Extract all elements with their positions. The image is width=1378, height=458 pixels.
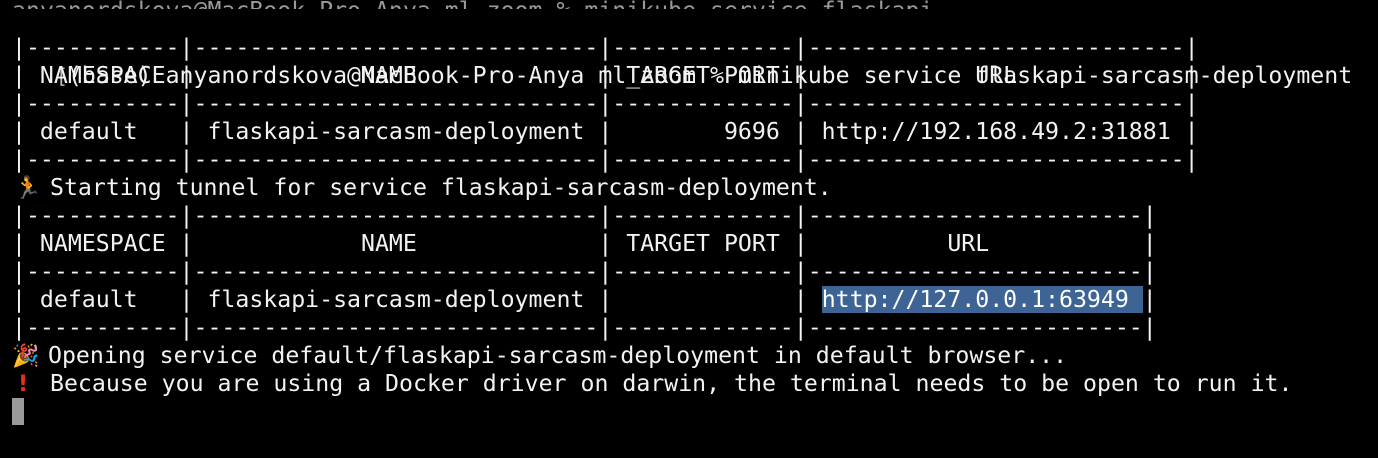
table-border: |-----------|---------------------------… — [12, 314, 1157, 341]
table-row: | default | flaskapi-sarcasm-deployment … — [12, 118, 1199, 145]
runner-icon: 🏃 — [14, 176, 42, 201]
tunnel-message: 🏃 Starting tunnel for service flaskapi-sa… — [0, 174, 1378, 202]
table-border: |-----------|---------------------------… — [12, 258, 1157, 285]
table-row-prefix: | default | flaskapi-sarcasm-deployment … — [12, 286, 822, 313]
table-row-suffix: | — [1142, 286, 1157, 313]
table-border: |-----------|---------------------------… — [12, 34, 1199, 61]
warning-message-text: Because you are using a Docker driver on… — [50, 370, 1293, 397]
terminal-window[interactable]: anyanordskova@MacBook-Pro-Anya ml_zoom %… — [0, 0, 1378, 458]
table-header: | NAMESPACE | NAME | TARGET PORT | URL | — [12, 230, 1157, 257]
table-border: |-----------|---------------------------… — [12, 146, 1199, 173]
tunnel-message-text: Starting tunnel for service flaskapi-sar… — [50, 174, 832, 201]
party-popper-icon: 🎉 — [12, 344, 40, 369]
exclamation-icon: ! — [18, 372, 29, 397]
opening-message-text: Opening service default/flaskapi-sarcasm… — [48, 342, 1068, 369]
table-row: | default | flaskapi-sarcasm-deployment … — [0, 286, 1378, 314]
warning-message: ! Because you are using a Docker driver o… — [0, 370, 1378, 398]
table-border: |-----------|---------------------------… — [12, 90, 1199, 117]
terminal-cursor — [12, 398, 24, 425]
previous-command-clipped: anyanordskova@MacBook-Pro-Anya ml_zoom %… — [12, 0, 933, 9]
prompt-line: anyanordskova@MacBook-Pro-Anya ml_zoom %… — [0, 0, 1378, 89]
selected-url[interactable]: http://127.0.0.1:63949 — [821, 286, 1143, 313]
tunnel-table: |-----------|---------------------------… — [0, 202, 1378, 342]
table-border: |-----------|---------------------------… — [12, 202, 1157, 229]
service-table: |-----------|---------------------------… — [0, 34, 1378, 174]
table-header: | NAMESPACE | NAME | TARGET PORT | URL | — [12, 62, 1199, 89]
opening-message: 🎉 Opening service default/flaskapi-sarcas… — [0, 342, 1378, 370]
